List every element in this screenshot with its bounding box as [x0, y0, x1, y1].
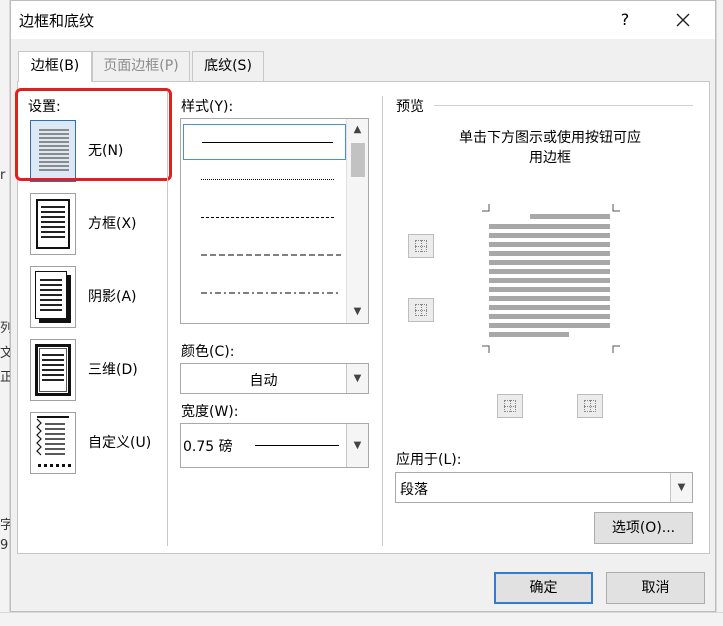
- top-border-button[interactable]: [408, 234, 434, 258]
- close-icon: [676, 13, 690, 27]
- bottom-border-button[interactable]: [408, 298, 434, 322]
- setting-box-label: 方框(X): [88, 216, 137, 232]
- preview-heading: 预览: [396, 99, 424, 115]
- dialog-title: 边框和底纹: [19, 12, 95, 30]
- color-heading: 颜色(C):: [181, 344, 235, 360]
- background-document-edge: r 列 文 正 字 9: [0, 0, 13, 626]
- scroll-up-icon[interactable]: ▲: [347, 121, 368, 139]
- style-dashed-small[interactable]: [183, 200, 346, 236]
- width-dropdown[interactable]: 0.75 磅 ▼: [180, 423, 369, 468]
- setting-shadow[interactable]: 阴影(A): [14, 266, 174, 328]
- background-document-edge-right: [716, 0, 723, 626]
- cancel-button[interactable]: 取消: [606, 572, 705, 604]
- style-dash-dot[interactable]: [183, 276, 346, 312]
- scroll-thumb[interactable]: [351, 143, 365, 177]
- style-dotted[interactable]: [183, 162, 346, 198]
- left-border-button[interactable]: [497, 394, 523, 418]
- background-document-edge-bottom: [0, 612, 723, 626]
- tab-borders[interactable]: 边框(B): [18, 51, 92, 82]
- width-value: 0.75 磅: [183, 439, 233, 455]
- page-shadow-icon: [30, 266, 76, 328]
- page-custom-icon: [30, 412, 76, 474]
- apply-to-dropdown[interactable]: 段落 ▼: [395, 472, 693, 503]
- corner-mark: [612, 204, 620, 212]
- corner-mark: [482, 204, 490, 212]
- preview-page[interactable]: [489, 212, 613, 342]
- tab-shading[interactable]: 底纹(S): [192, 51, 264, 81]
- style-dashed[interactable]: [183, 238, 346, 274]
- help-button[interactable]: ?: [607, 5, 643, 35]
- tab-page-border[interactable]: 页面边框(P): [92, 51, 190, 81]
- scroll-down-icon[interactable]: ▼: [347, 303, 368, 321]
- preview-hint-line2: 用边框: [529, 150, 571, 166]
- style-solid[interactable]: [183, 124, 346, 160]
- page-3d-icon: [30, 339, 76, 401]
- right-border-icon: [584, 400, 596, 412]
- divider: [167, 92, 168, 546]
- setting-shadow-label: 阴影(A): [88, 289, 137, 305]
- bg-fragment: r: [0, 168, 6, 183]
- bg-fragment: 9: [0, 538, 9, 553]
- style-heading: 样式(Y):: [181, 99, 234, 115]
- chevron-down-icon[interactable]: ▼: [346, 364, 368, 393]
- chevron-down-icon[interactable]: ▼: [670, 473, 692, 502]
- setting-box[interactable]: 方框(X): [14, 193, 174, 255]
- dialog-titlebar[interactable]: 边框和底纹 ?: [11, 1, 715, 39]
- page-box-icon: [30, 193, 76, 255]
- options-button[interactable]: 选项(O)...: [594, 512, 693, 544]
- setting-3d-label: 三维(D): [88, 362, 138, 378]
- divider: [382, 96, 383, 546]
- preview-hint-line1: 单击下方图示或使用按钮可应: [459, 130, 641, 146]
- width-heading: 宽度(W):: [181, 404, 239, 420]
- top-border-icon: [415, 240, 427, 252]
- close-button[interactable]: [663, 5, 703, 35]
- border-style-list[interactable]: ▲ ▼: [180, 118, 369, 324]
- bottom-border-icon: [415, 304, 427, 316]
- corner-mark: [612, 345, 620, 353]
- red-highlight-box: [15, 88, 172, 181]
- preview-rule: [434, 105, 693, 106]
- setting-custom-label: 自定义(U): [88, 435, 152, 451]
- right-border-button[interactable]: [577, 394, 603, 418]
- color-value: 自动: [249, 373, 278, 389]
- corner-mark: [482, 345, 490, 353]
- style-list-scrollbar[interactable]: ▲ ▼: [346, 119, 368, 323]
- ok-button[interactable]: 确定: [494, 572, 593, 604]
- setting-custom[interactable]: 自定义(U): [14, 412, 174, 474]
- left-border-icon: [504, 400, 516, 412]
- setting-3d[interactable]: 三维(D): [14, 339, 174, 401]
- color-dropdown[interactable]: 自动 ▼: [180, 363, 369, 394]
- chevron-down-icon[interactable]: ▼: [346, 424, 368, 467]
- apply-to-heading: 应用于(L):: [396, 452, 462, 468]
- width-sample-line: [255, 445, 339, 446]
- apply-to-value: 段落: [400, 482, 428, 498]
